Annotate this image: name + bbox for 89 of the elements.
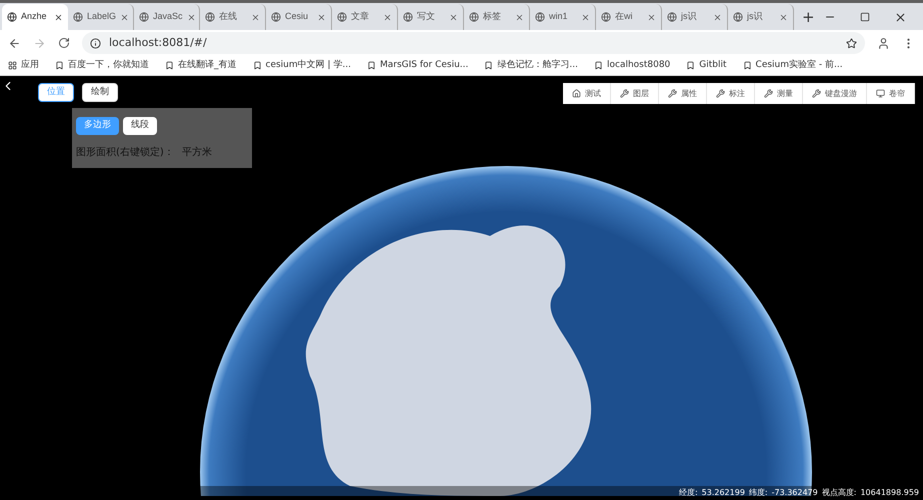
- toolbar-button[interactable]: 属性: [659, 83, 707, 104]
- maximize-icon[interactable]: [860, 12, 870, 22]
- latitude-label: 纬度:: [748, 487, 768, 499]
- close-icon[interactable]: [251, 12, 260, 22]
- globe-icon: [271, 12, 281, 22]
- close-icon[interactable]: [894, 10, 907, 24]
- longitude-label: 经度:: [678, 487, 698, 499]
- globe-icon: [733, 12, 743, 22]
- globe-icon: [205, 12, 215, 22]
- tab-title: LabelG: [87, 10, 116, 24]
- tab-title: 在wi: [615, 10, 634, 24]
- tab-title: 文章: [351, 10, 370, 24]
- bookmark-link[interactable]: 在线翻译_有道: [165, 58, 236, 72]
- bookmark-link[interactable]: 绿色记忆：舱字习...: [484, 58, 578, 72]
- close-icon[interactable]: [779, 12, 788, 22]
- globe-icon: [73, 12, 83, 22]
- globe-icon: [667, 12, 677, 22]
- bookmark-link[interactable]: MarsGIS for Cesiu...: [366, 58, 468, 72]
- star-icon[interactable]: [846, 38, 857, 48]
- height-value: 10641898.959: [860, 487, 919, 499]
- latitude-value: -73.362479: [772, 487, 818, 499]
- wrench-icon: [812, 89, 821, 98]
- close-icon[interactable]: [317, 12, 326, 22]
- bookmark-link[interactable]: 应用: [8, 58, 39, 72]
- tab-title: 在线: [219, 10, 238, 24]
- tab-title: win1: [549, 10, 569, 24]
- mode-button[interactable]: 绘制: [82, 83, 118, 102]
- toolbar-button[interactable]: 图层: [611, 83, 659, 104]
- close-icon[interactable]: [54, 12, 63, 22]
- close-icon[interactable]: [515, 12, 524, 22]
- bookmark-icon: [686, 61, 696, 70]
- globe-icon: [337, 12, 347, 22]
- close-icon[interactable]: [713, 12, 722, 22]
- toolbar-button[interactable]: 测量: [755, 83, 803, 104]
- bookmark-link[interactable]: Gitblit: [686, 58, 727, 72]
- close-icon[interactable]: [581, 12, 590, 22]
- area-label: 图形面积(右键锁定)：: [76, 146, 174, 160]
- bookmark-icon: [484, 61, 494, 70]
- globe-icon: [535, 12, 545, 22]
- toolbar-button[interactable]: 键盘漫游: [803, 83, 867, 104]
- reload-icon[interactable]: [58, 37, 70, 49]
- wrench-icon: [620, 89, 629, 98]
- globe-icon: [7, 12, 17, 22]
- tab-title: js识: [747, 10, 764, 24]
- shape-button[interactable]: 线段: [123, 117, 157, 135]
- height-label: 视点高度:: [822, 487, 856, 499]
- monitor-icon: [876, 89, 885, 98]
- bookmark-link[interactable]: 百度一下，你就知道: [55, 58, 149, 72]
- back-icon[interactable]: [8, 36, 21, 50]
- profile-icon[interactable]: [877, 36, 890, 50]
- area-unit: 平方米: [182, 146, 212, 160]
- longitude-value: 53.262199: [702, 487, 745, 499]
- tab-title: Cesiu: [285, 10, 310, 24]
- bookmark-icon: [742, 61, 752, 70]
- wrench-icon: [668, 89, 677, 98]
- new-tab-button[interactable]: +: [794, 4, 823, 30]
- tab-title: 写文: [417, 10, 436, 24]
- bookmark-icon: [165, 61, 174, 70]
- bookmark-icon: [252, 61, 262, 70]
- globe-icon: [139, 12, 149, 22]
- toolbar-button[interactable]: 测试: [563, 83, 611, 104]
- close-icon[interactable]: [120, 12, 130, 22]
- globe-icon: [469, 12, 479, 22]
- close-icon[interactable]: [186, 12, 196, 22]
- tab-title: 标签: [483, 10, 502, 24]
- address-field[interactable]: localhost:8081/#/: [82, 32, 865, 54]
- close-icon[interactable]: [647, 12, 656, 22]
- tab-title: js识: [681, 10, 698, 24]
- url-text: localhost:8081/#/: [109, 34, 207, 51]
- home-icon: [572, 89, 581, 98]
- bookmark-icon: [55, 61, 64, 70]
- toolbar-button[interactable]: 标注: [707, 83, 755, 104]
- wrench-icon: [716, 89, 725, 98]
- browser-tab[interactable]: Anzhe: [2, 4, 68, 30]
- bookmark-link[interactable]: Cesium实验室 - 前...: [742, 58, 843, 72]
- close-icon[interactable]: [383, 12, 392, 22]
- bookmark-icon: [594, 61, 603, 70]
- info-icon: [90, 38, 101, 48]
- apps-icon: [8, 61, 17, 70]
- toolbar-button[interactable]: 卷帘: [867, 83, 915, 104]
- bookmark-link[interactable]: cesium中文网 | 学...: [252, 58, 351, 72]
- bookmark-link[interactable]: localhost8080: [594, 58, 670, 72]
- globe-icon: [403, 12, 413, 22]
- bookmark-icon: [366, 61, 376, 70]
- globe-icon: [601, 12, 611, 22]
- tab-title: JavaSc: [153, 10, 183, 24]
- tab-title: Anzhe: [21, 10, 48, 24]
- close-icon[interactable]: [449, 12, 458, 22]
- wrench-icon: [764, 89, 773, 98]
